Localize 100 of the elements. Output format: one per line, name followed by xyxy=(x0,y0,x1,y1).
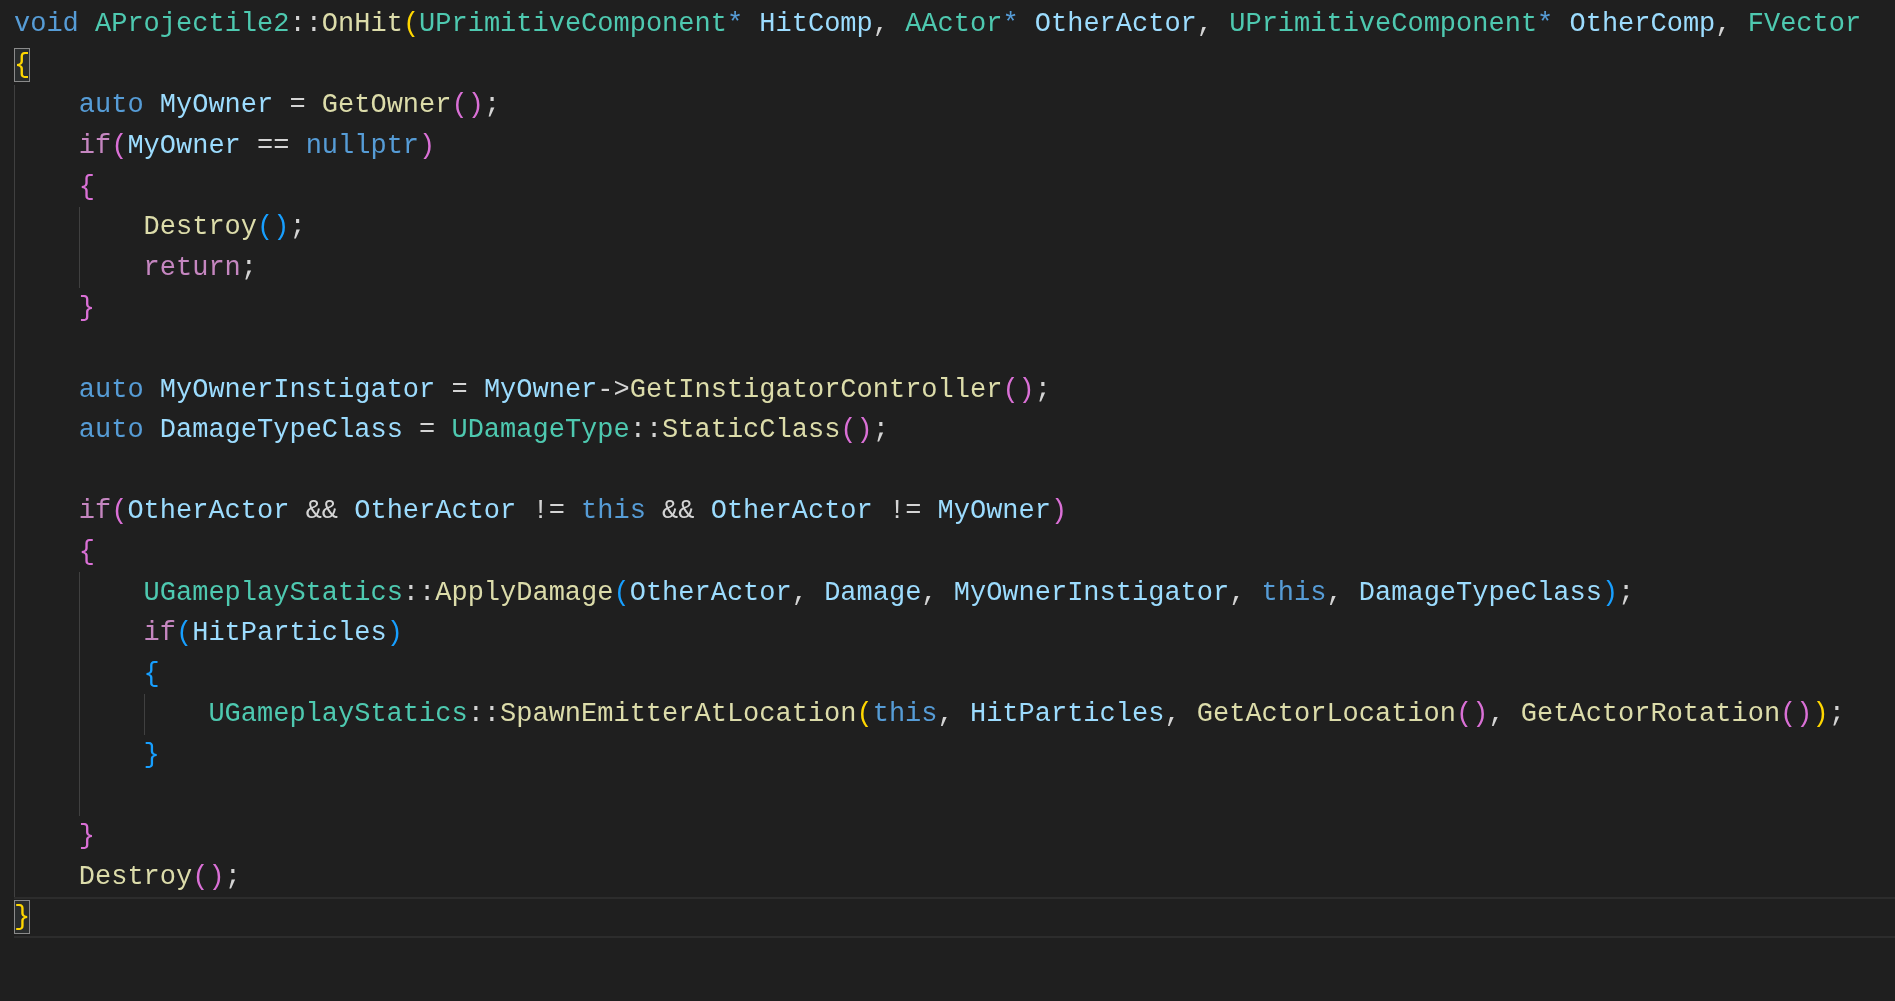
bracket-token: ( xyxy=(1456,698,1473,732)
keyword-token: auto xyxy=(78,373,144,407)
variable-token: HitComp xyxy=(758,8,873,42)
bracket-token: { xyxy=(78,170,95,204)
keyword-token: * xyxy=(1002,8,1019,42)
keyword-token: this xyxy=(581,495,646,529)
function-token: StaticClass xyxy=(662,414,841,448)
punct-token: , xyxy=(1196,8,1214,42)
variable-token: MyOwnerInstigator xyxy=(158,373,436,407)
bracket-token: ( xyxy=(111,130,128,164)
variable-token: MyOwner xyxy=(127,130,241,164)
punct-token: ; xyxy=(872,414,889,448)
bracket-token: ) xyxy=(1051,495,1068,529)
variable-token: MyOwner xyxy=(937,495,1051,529)
punct-token: && xyxy=(304,495,340,529)
punct-token: , xyxy=(937,698,955,732)
keyword-token: auto xyxy=(78,89,144,123)
punct-token: :: xyxy=(402,576,436,610)
type-token: UPrimitiveComponent xyxy=(419,8,727,42)
bracket-token: { xyxy=(78,536,95,569)
bracket-token: { xyxy=(14,47,31,82)
bracket-token: ) xyxy=(1796,698,1813,732)
punct-token: , xyxy=(921,576,939,610)
keyword-token: void xyxy=(14,8,79,42)
keyword-token: * xyxy=(1537,8,1554,42)
punct-token: :: xyxy=(467,698,501,732)
variable-token: MyOwnerInstigator xyxy=(953,576,1230,610)
bracket-token: ( xyxy=(1780,698,1797,732)
bracket-token: ( xyxy=(176,617,193,651)
variable-token: OtherActor xyxy=(127,495,290,529)
variable-token: HitParticles xyxy=(969,698,1165,732)
type-token: UDamageType xyxy=(451,414,630,448)
bracket-token: } xyxy=(78,820,95,854)
type-token: FVector xyxy=(1746,8,1862,42)
bracket-token: ( xyxy=(840,414,857,448)
punct-token: && xyxy=(661,495,696,529)
function-token: GetActorLocation xyxy=(1196,698,1457,732)
punct-token: -> xyxy=(597,373,630,407)
keyword-token: auto xyxy=(78,414,144,448)
punct-token: ; xyxy=(1828,698,1845,732)
punct-token: ; xyxy=(289,211,306,245)
keyword-token: this xyxy=(872,698,938,732)
bracket-token: ( xyxy=(451,89,468,123)
variable-token: OtherComp xyxy=(1568,8,1716,42)
variable-token: OtherActor xyxy=(354,495,517,529)
punct-token: ; xyxy=(240,251,257,285)
punct-token: ; xyxy=(483,89,501,123)
bracket-token: ( xyxy=(613,576,630,610)
variable-token: DamageTypeClass xyxy=(1358,576,1602,610)
control-token: if xyxy=(78,495,112,529)
type-token: UGameplayStatics xyxy=(143,576,403,610)
bracket-token: { xyxy=(143,657,160,691)
punct-token: ; xyxy=(1034,373,1051,407)
punct-token: = xyxy=(418,414,437,448)
function-token: SpawnEmitterAtLocation xyxy=(500,698,857,732)
variable-token: OtherActor xyxy=(1033,8,1197,42)
bracket-token: ) xyxy=(386,617,403,651)
bracket-token: ( xyxy=(111,495,128,529)
type-token: AProjectile2 xyxy=(94,8,290,42)
bracket-token: ) xyxy=(419,130,436,164)
bracket-token: } xyxy=(14,900,31,935)
punct-token: ; xyxy=(1618,576,1635,610)
bracket-token: ( xyxy=(402,8,420,42)
variable-token: Damage xyxy=(824,576,922,610)
keyword-token: this xyxy=(1261,576,1327,610)
punct-token: :: xyxy=(629,414,663,448)
variable-token: MyOwner xyxy=(158,89,274,123)
punct-token: = xyxy=(288,89,307,123)
control-token: if xyxy=(143,617,176,651)
bracket-token: ) xyxy=(1601,576,1619,610)
function-token: ApplyDamage xyxy=(435,576,614,610)
variable-token: OtherActor xyxy=(710,495,873,529)
variable-token: MyOwner xyxy=(483,373,598,407)
punct-token: , xyxy=(791,576,809,610)
punct-token: != xyxy=(887,495,923,529)
control-token: if xyxy=(78,130,112,164)
bracket-token: ) xyxy=(1018,373,1035,407)
bracket-token: ( xyxy=(856,698,873,732)
variable-token: OtherActor xyxy=(629,576,792,610)
bracket-token: ) xyxy=(1812,698,1829,732)
bracket-token: ) xyxy=(856,414,873,448)
function-token: OnHit xyxy=(321,8,403,42)
keyword-token: * xyxy=(726,8,744,42)
control-token: return xyxy=(143,251,241,285)
function-token: GetOwner xyxy=(321,89,452,123)
variable-token: HitParticles xyxy=(192,617,387,651)
function-token: GetInstigatorController xyxy=(629,373,1003,407)
bracket-token: ) xyxy=(1472,698,1489,732)
bracket-token: ) xyxy=(467,89,484,123)
type-token: UPrimitiveComponent xyxy=(1228,8,1538,42)
punct-token: , xyxy=(872,8,889,42)
function-token: Destroy xyxy=(78,860,193,894)
punct-token: != xyxy=(531,495,566,529)
punct-token: , xyxy=(1488,698,1506,732)
punct-token: , xyxy=(1326,576,1344,610)
punct-token: :: xyxy=(289,8,322,42)
bracket-token: ) xyxy=(208,860,225,894)
punct-token: , xyxy=(1715,8,1732,42)
punct-token: ; xyxy=(224,860,241,894)
bracket-token: ) xyxy=(273,211,290,245)
